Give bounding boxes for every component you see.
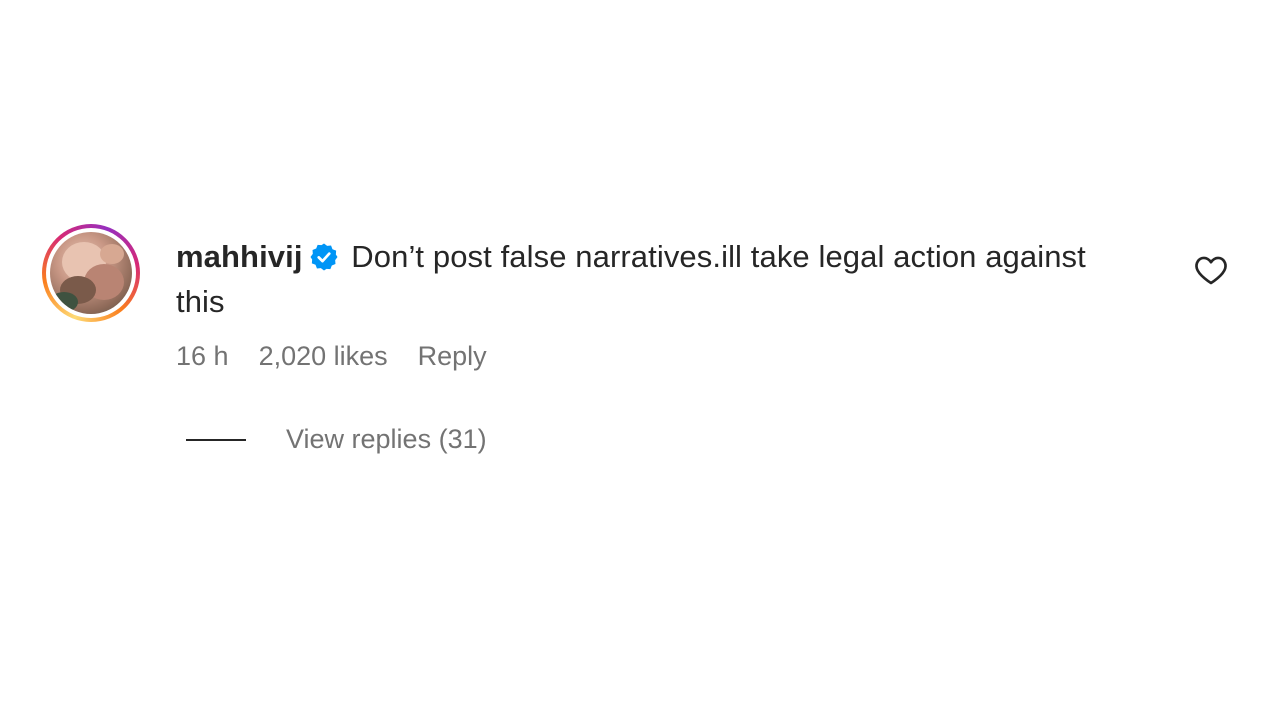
comment-body: mahhivij Don’t post false narratives.ill… (176, 234, 1096, 455)
likes-count[interactable]: 2,020 likes (259, 338, 388, 374)
comment-text-block: mahhivij Don’t post false narratives.ill… (176, 234, 1096, 324)
view-replies-label: View replies (31) (286, 424, 487, 454)
avatar-border (46, 228, 136, 318)
reply-button[interactable]: Reply (418, 338, 487, 374)
view-replies-button[interactable]: View replies (31) (176, 424, 1096, 455)
comment-time: 16 h (176, 341, 229, 371)
replies-divider-line (186, 438, 246, 441)
avatar[interactable] (42, 224, 140, 322)
comment-meta: 16 h 2,020 likes Reply (176, 338, 1096, 374)
page: mahhivij Don’t post false narratives.ill… (0, 0, 1280, 720)
username[interactable]: mahhivij (176, 239, 303, 274)
verified-badge-icon (309, 239, 339, 271)
heart-outline-icon[interactable] (1194, 254, 1228, 286)
avatar-image (50, 232, 132, 314)
